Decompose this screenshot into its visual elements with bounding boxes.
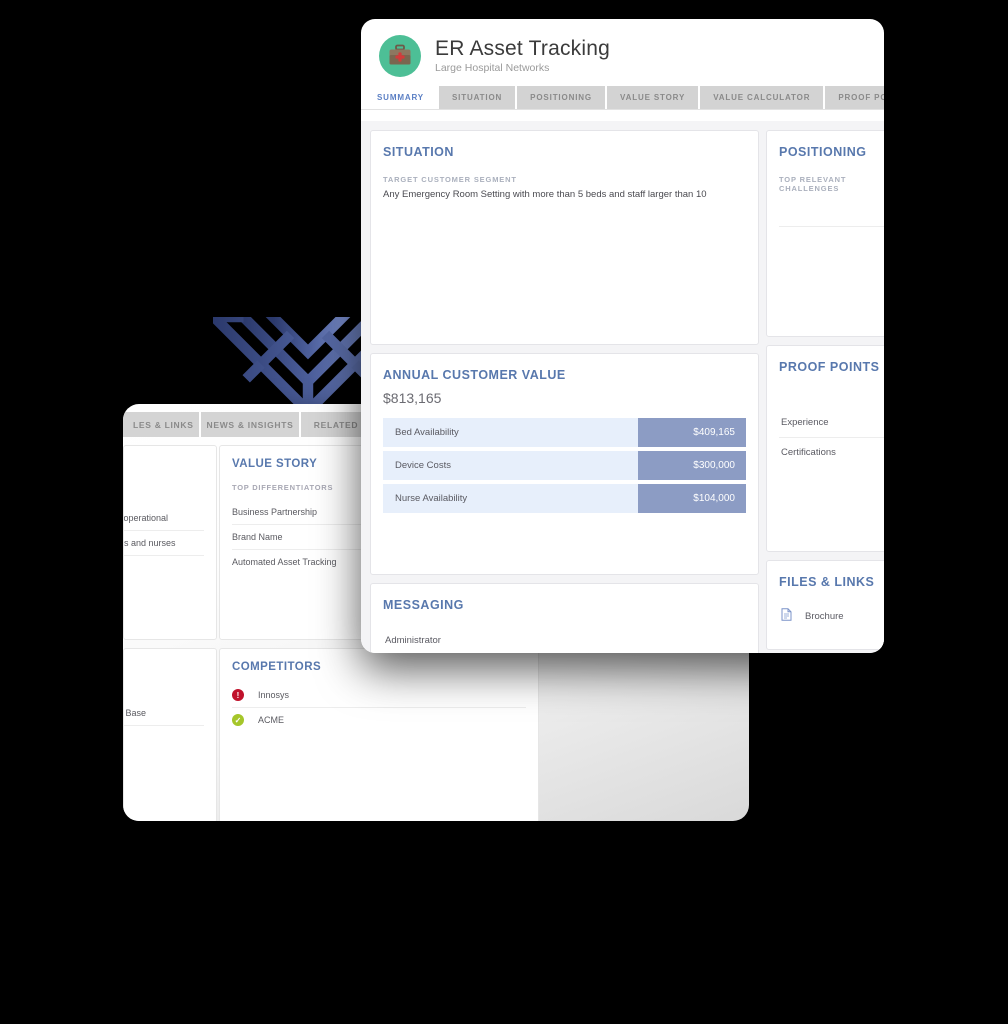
card-situation[interactable]: SITUATION TARGET CUSTOMER SEGMENT Any Em…	[370, 130, 759, 345]
card-messaging[interactable]: MESSAGING Administrator	[370, 583, 759, 653]
app-header: ER Asset Tracking Large Hospital Network…	[361, 19, 884, 86]
value-row-label: Bed Availability	[395, 427, 459, 438]
positioning-row[interactable]: 1	[779, 197, 884, 227]
medical-briefcase-icon	[379, 34, 421, 77]
file-row-label: Brochure	[805, 610, 844, 622]
competitor-row[interactable]: ! Innosys	[232, 683, 526, 708]
tab-summary[interactable]: SUMMARY	[364, 86, 439, 109]
positioning-row[interactable]: 2	[779, 227, 884, 256]
card-positioning[interactable]: POSITIONING TOP RELEVANT CHALLENGES 1 2	[766, 130, 884, 337]
card-annual-customer-value[interactable]: ANNUAL CUSTOMER VALUE $813,165 Bed Avail…	[370, 353, 759, 575]
value-row[interactable]: Nurse Availability $104,000	[383, 484, 746, 513]
summary-panel: SITUATION TARGET CUSTOMER SEGMENT Any Em…	[361, 121, 884, 653]
tab-value-calculator[interactable]: VALUE CALCULATOR	[700, 86, 826, 109]
back-left-column: in operational eds and nurses all Base	[123, 445, 217, 821]
tab-value-story[interactable]: VALUE STORY	[606, 86, 701, 109]
value-row[interactable]: Device Costs $300,000	[383, 451, 746, 480]
back-competitors-title: COMPETITORS	[232, 661, 322, 673]
back-tab-files-links[interactable]: LES & LINKS	[123, 412, 201, 437]
target-customer-segment-value: Any Emergency Room Setting with more tha…	[383, 189, 707, 200]
document-icon	[781, 608, 792, 624]
card-files-and-links[interactable]: FILES & LINKS Brochure	[766, 560, 884, 650]
back-tab-news-insights[interactable]: NEWS & INSIGHTS	[201, 412, 301, 437]
value-row-label: Device Costs	[395, 460, 451, 471]
screenshot-canvas: LES & LINKS NEWS & INSIGHTS RELATED CUST…	[0, 0, 1008, 1024]
files-and-links-title: FILES & LINKS	[779, 575, 875, 589]
tab-situation[interactable]: SITUATION	[439, 86, 518, 109]
messaging-row-label: Administrator	[385, 635, 441, 646]
value-row-label: Nurse Availability	[395, 493, 468, 504]
page-subtitle: Large Hospital Networks	[435, 62, 550, 75]
competitor-label: Innosys	[258, 690, 290, 700]
messaging-row[interactable]: Administrator	[383, 626, 746, 653]
annual-customer-value-title: ANNUAL CUSTOMER VALUE	[383, 368, 566, 382]
value-row-bar: $104,000	[638, 484, 746, 513]
tab-proof-points[interactable]: PROOF POINTS	[825, 86, 884, 109]
back-left-row: eds and nurses	[124, 531, 204, 556]
target-customer-segment-label: TARGET CUSTOMER SEGMENT	[383, 175, 517, 184]
value-row-bar: $409,165	[638, 418, 746, 447]
competitor-row[interactable]: ✓ ACME	[232, 708, 526, 732]
situation-title: SITUATION	[383, 145, 454, 159]
file-row[interactable]: Brochure	[779, 601, 884, 631]
back-left-row: in operational	[124, 506, 204, 531]
value-row[interactable]: Bed Availability $409,165	[383, 418, 746, 447]
value-row-bar: $300,000	[638, 451, 746, 480]
positioning-title: POSITIONING	[779, 145, 867, 159]
back-card-competitors[interactable]: COMPETITORS ! Innosys ✓ ACME	[219, 648, 539, 821]
check-circle-icon: ✓	[232, 714, 244, 726]
top-relevant-challenges-label: TOP RELEVANT CHALLENGES	[779, 175, 847, 193]
back-left-card-one[interactable]: in operational eds and nurses	[123, 445, 217, 640]
back-left-card-two[interactable]: all Base	[123, 648, 217, 821]
annual-customer-value-total: $813,165	[383, 390, 442, 406]
competitor-label: ACME	[258, 715, 285, 725]
main-tabstrip[interactable]: SUMMARY SITUATION POSITIONING VALUE STOR…	[361, 86, 884, 110]
side-column: POSITIONING TOP RELEVANT CHALLENGES 1 2 …	[766, 130, 884, 653]
alert-warning-icon: !	[232, 689, 244, 701]
page-title: ER Asset Tracking	[435, 36, 610, 60]
proof-points-title: PROOF POINTS	[779, 360, 880, 374]
foreground-window[interactable]: ER Asset Tracking Large Hospital Network…	[361, 19, 884, 653]
tab-positioning[interactable]: POSITIONING	[517, 86, 607, 109]
proof-point-row[interactable]: Experience	[779, 408, 884, 438]
main-column: SITUATION TARGET CUSTOMER SEGMENT Any Em…	[370, 130, 759, 653]
back-left-row: all Base	[124, 701, 204, 726]
proof-point-row[interactable]: Certifications	[779, 438, 884, 467]
messaging-title: MESSAGING	[383, 598, 464, 612]
card-proof-points[interactable]: PROOF POINTS Experience Certifications	[766, 345, 884, 552]
